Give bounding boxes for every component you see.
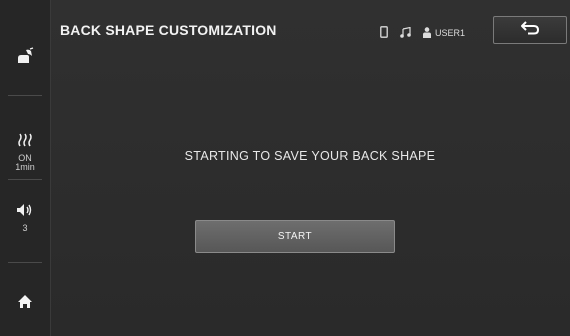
user-icon (423, 26, 431, 40)
back-button[interactable] (493, 16, 567, 44)
heat-timer-wrap: 1min (0, 160, 50, 174)
page-title: BACK SHAPE CUSTOMIZATION (60, 22, 277, 38)
seat-mode-button[interactable] (0, 40, 50, 76)
screen: ON 1min 3 BACK SHAPE CUSTOMIZATION USER1… (0, 0, 570, 336)
home-icon (17, 294, 33, 314)
start-button[interactable]: START (195, 220, 395, 253)
user-name: USER1 (435, 28, 466, 38)
home-button[interactable] (0, 290, 50, 318)
instruction-message: STARTING TO SAVE YOUR BACK SHAPE (184, 149, 436, 163)
speaker-icon (16, 203, 34, 222)
seat-massage-icon (15, 46, 35, 70)
phone-icon (380, 26, 388, 40)
user-indicator[interactable]: USER1 (423, 26, 466, 40)
sidebar: ON 1min 3 (0, 0, 51, 336)
heat-waves-icon (16, 133, 34, 152)
back-arrow-icon (520, 20, 540, 40)
volume-level: 3 (22, 222, 28, 233)
status-icons: USER1 (380, 24, 465, 42)
volume-button[interactable]: 3 (0, 200, 50, 236)
music-note-icon (400, 26, 411, 40)
sidebar-divider (8, 262, 42, 263)
heat-timer: 1min (15, 162, 35, 172)
sidebar-divider (8, 179, 42, 180)
sidebar-divider (8, 95, 42, 96)
